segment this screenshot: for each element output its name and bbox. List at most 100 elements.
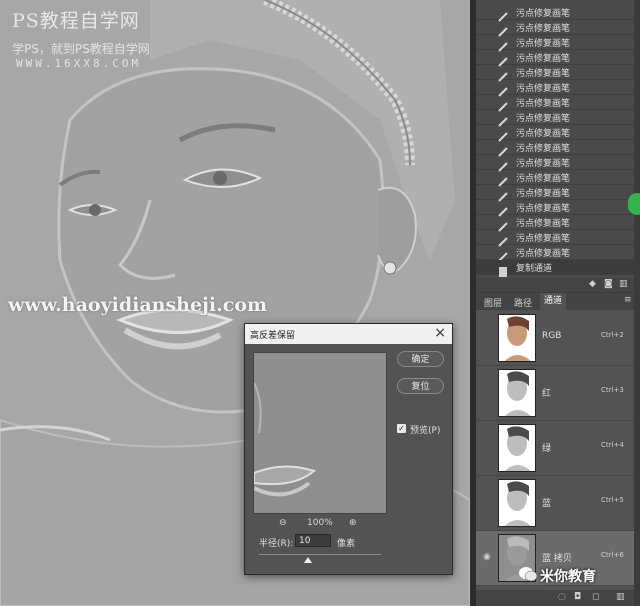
history-item[interactable]: 污点修复画笔 [476, 5, 634, 22]
history-item-label: 污点修复画笔 [516, 249, 571, 259]
history-item[interactable]: 污点修复画笔 [476, 80, 634, 97]
radius-slider-track[interactable] [259, 554, 381, 555]
spot-healing-brush-icon [498, 7, 508, 22]
spot-healing-brush-icon [498, 247, 508, 262]
history-item[interactable]: 污点修复画笔 [476, 230, 634, 247]
channel-thumbnail [498, 424, 536, 472]
close-icon[interactable]: × [434, 325, 446, 341]
channel-shortcut: Ctrl+4 [601, 441, 624, 449]
history-item[interactable]: 污点修复画笔 [476, 50, 634, 67]
channel-shortcut: Ctrl+6 [601, 551, 624, 559]
reset-button[interactable]: 复位 [397, 378, 444, 394]
channel-row[interactable]: 红 Ctrl+3 [476, 366, 634, 421]
ok-button[interactable]: 确定 [397, 351, 444, 367]
channel-thumbnail [498, 479, 536, 527]
history-item-label: 污点修复画笔 [516, 84, 571, 94]
history-item[interactable]: 污点修复画笔 [476, 35, 634, 52]
save-selection-icon[interactable]: ◘ [574, 592, 581, 602]
history-item[interactable]: 污点修复画笔 [476, 140, 634, 157]
history-item[interactable]: 污点修复画笔 [476, 65, 634, 82]
history-item[interactable]: 污点修复画笔 [476, 125, 634, 142]
history-item-label: 污点修复画笔 [516, 114, 571, 124]
radius-label: 半径(R): [259, 539, 294, 549]
history-item[interactable]: 污点修复画笔 [476, 185, 634, 202]
tab-paths[interactable]: 路径 [514, 296, 532, 309]
history-item-label: 复制通道 [516, 264, 553, 274]
preview-checkbox[interactable]: ✓ [397, 424, 406, 433]
watermark-url: WWW.16XX8.COM [16, 57, 142, 70]
zoom-level: 100% [307, 518, 333, 528]
history-item[interactable]: 污点修复画笔 [476, 20, 634, 37]
eye-icon[interactable]: ◉ [483, 552, 491, 562]
spot-healing-brush-icon [498, 22, 508, 37]
channel-shortcut: Ctrl+3 [601, 386, 624, 394]
history-item[interactable]: 污点修复画笔 [476, 245, 634, 262]
radius-unit: 像素 [337, 539, 356, 549]
dialog-title: 高反差保留 [250, 331, 296, 341]
history-item[interactable]: 污点修复画笔 [476, 155, 634, 172]
preview-image [254, 353, 386, 513]
camera-icon[interactable]: ◙ [604, 279, 614, 289]
spot-healing-brush-icon [498, 217, 508, 232]
load-selection-icon[interactable]: ◌ [558, 592, 566, 602]
history-item[interactable]: 污点修复画笔 [476, 170, 634, 187]
spot-healing-brush-icon [498, 37, 508, 52]
channels-panel: 图层 路径 通道 ≡ RGB Ctrl+2 红 Ctrl+3 绿 Ctrl+4 蓝 Ctrl+… [476, 293, 634, 606]
history-item-label: 污点修复画笔 [516, 99, 571, 109]
watermark-logo: PS教程自学网 [12, 10, 140, 32]
radius-slider-thumb[interactable] [303, 557, 312, 563]
high-pass-dialog: 高反差保留 × 确定 复位 ✓ 预览(P) ⊖ 100% ⊕ 半径(R): 10… [244, 323, 453, 575]
zoom-in-icon[interactable]: ⊕ [349, 518, 357, 528]
history-item-label: 污点修复画笔 [516, 9, 571, 19]
channel-shortcut: Ctrl+5 [601, 496, 624, 504]
spot-healing-brush-icon [498, 97, 508, 112]
history-item[interactable]: 污点修复画笔 [476, 95, 634, 112]
history-item-label: 污点修复画笔 [516, 159, 571, 169]
spot-healing-brush-icon [498, 82, 508, 97]
history-item[interactable]: 污点修复画笔 [476, 200, 634, 217]
trash-icon[interactable]: ▥ [619, 279, 629, 289]
channel-row[interactable]: RGB Ctrl+2 [476, 311, 634, 366]
spot-healing-brush-icon [498, 142, 508, 157]
radius-input[interactable]: 10 [295, 534, 331, 547]
channel-thumbnail [498, 369, 536, 417]
history-item-label: 污点修复画笔 [516, 204, 571, 214]
spot-healing-brush-icon [498, 52, 508, 67]
new-snapshot-icon[interactable]: ◆ [589, 279, 599, 289]
history-item-label: 污点修复画笔 [516, 39, 571, 49]
spot-healing-brush-icon [498, 202, 508, 217]
history-item[interactable]: 污点修复画笔 [476, 110, 634, 127]
tab-channels[interactable]: 通道 [540, 293, 567, 310]
delete-channel-icon[interactable]: ▥ [616, 592, 625, 602]
document-icon [498, 262, 508, 277]
watermark-site: www.haoyidiansheji.com [8, 294, 268, 316]
channel-name: 绿 [542, 444, 552, 454]
panel-tabs: 图层 路径 通道 ≡ [476, 293, 634, 310]
history-item-label: 污点修复画笔 [516, 189, 571, 199]
channel-row[interactable]: 绿 Ctrl+4 [476, 421, 634, 476]
spot-healing-brush-icon [498, 112, 508, 127]
tab-layers[interactable]: 图层 [484, 296, 502, 309]
float-green-button[interactable] [628, 193, 640, 215]
zoom-out-icon[interactable]: ⊖ [279, 518, 287, 528]
channels-toolbar: ◌ ◘ ◻ ▥ [476, 590, 634, 606]
history-item-label: 污点修复画笔 [516, 24, 571, 34]
channel-thumbnail [498, 314, 536, 362]
new-channel-icon[interactable]: ◻ [592, 592, 599, 602]
spot-healing-brush-icon [498, 232, 508, 247]
history-item-label: 污点修复画笔 [516, 174, 571, 184]
history-item[interactable]: 污点修复画笔 [476, 215, 634, 232]
wechat-icon [519, 567, 537, 582]
channel-shortcut: Ctrl+2 [601, 331, 624, 339]
filter-preview[interactable] [253, 352, 387, 514]
spot-healing-brush-icon [498, 67, 508, 82]
history-item[interactable]: 复制通道 [476, 260, 634, 277]
dialog-titlebar: 高反差保留 × [245, 324, 452, 344]
spot-healing-brush-icon [498, 187, 508, 202]
panel-menu-icon[interactable]: ≡ [624, 295, 632, 305]
channel-name: 红 [542, 389, 552, 399]
history-panel: 污点修复画笔 污点修复画笔 污点修复画笔 污点修复画笔 污点修复画笔 污点修复画笔 污点修复… [476, 0, 634, 278]
history-item-label: 污点修复画笔 [516, 54, 571, 64]
history-item-label: 污点修复画笔 [516, 129, 571, 139]
channel-row[interactable]: 蓝 Ctrl+5 [476, 476, 634, 531]
